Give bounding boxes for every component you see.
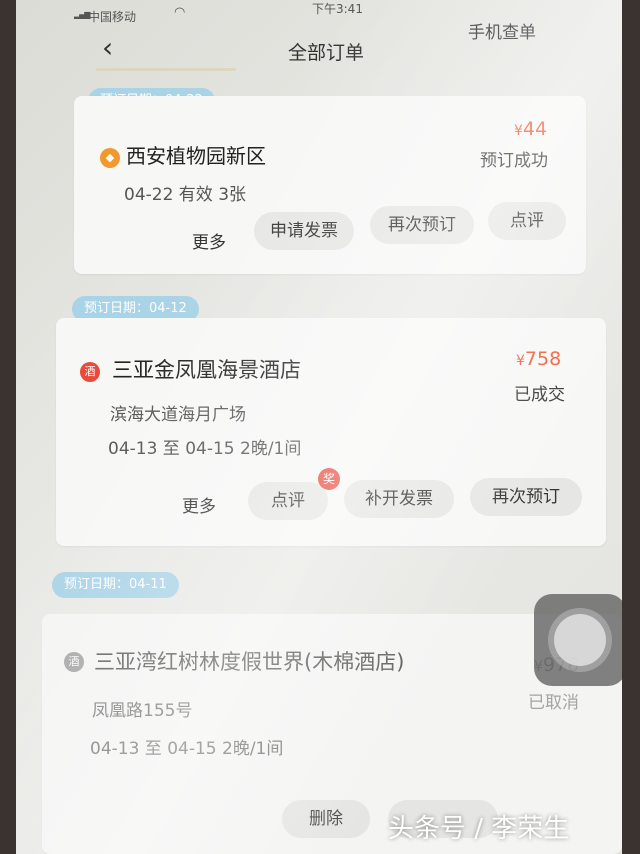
currency-symbol: ¥ <box>514 123 523 139</box>
more-button[interactable]: 更多 <box>182 492 216 517</box>
page-title: 全部订单 <box>287 42 364 64</box>
order-price: ¥44 <box>514 118 547 140</box>
apply-invoice-button[interactable]: 申请发票 <box>254 212 354 250</box>
rebook-button[interactable]: 再次预订 <box>470 478 582 516</box>
clock: 下午3:41 <box>312 2 363 16</box>
order-name: 三亚金凤凰海景酒店 <box>112 358 301 382</box>
price-value: 44 <box>522 118 548 140</box>
review-button[interactable]: 点评 <box>248 482 328 520</box>
wifi-icon: ◠ <box>174 5 186 20</box>
phone-lookup-link[interactable]: 手机查单 <box>468 18 536 43</box>
award-badge: 奖 <box>318 468 340 490</box>
tab-indicator <box>96 68 236 71</box>
ticket-icon: ◆ <box>100 148 120 168</box>
order-stay-dates: 04-13 至 04-15 2晚/1间 <box>108 439 302 459</box>
assistive-touch-button[interactable] <box>534 594 622 686</box>
price-value: 758 <box>524 348 562 370</box>
reissue-invoice-button[interactable]: 补开发票 <box>344 480 454 518</box>
order-status: 已成交 <box>514 385 565 405</box>
delete-button[interactable]: 删除 <box>282 800 370 838</box>
order-name: 西安植物园新区 <box>126 144 266 168</box>
order-address: 凤凰路155号 <box>92 701 193 721</box>
phone-screen: ▂▄▆ 中国移动 ◠ 下午3:41 ‹ 全部订单 手机查单 预订日期：04-22… <box>16 0 622 854</box>
order-card[interactable]: 酒 三亚金凤凰海景酒店 滨海大道海月广场 04-13 至 04-15 2晚/1间… <box>56 318 606 546</box>
back-chevron-icon[interactable]: ‹ <box>102 34 124 62</box>
currency-symbol: ¥ <box>516 353 525 369</box>
order-card[interactable]: ◆ 西安植物园新区 04-22 有效 3张 ¥44 预订成功 更多 申请发票 再… <box>74 96 586 274</box>
assistive-touch-icon <box>554 614 606 666</box>
nav-bar: ‹ 全部订单 手机查单 <box>16 20 622 68</box>
order-stay-dates: 04-13 至 04-15 2晚/1间 <box>90 739 284 759</box>
more-button[interactable]: 更多 <box>192 228 226 253</box>
order-status: 预订成功 <box>480 151 548 171</box>
hotel-icon: 酒 <box>64 652 84 672</box>
watermark: 头条号 / 李荣生 <box>388 814 570 844</box>
order-name: 三亚湾红树林度假世界(木棉酒店) <box>94 650 405 674</box>
order-price: ¥758 <box>516 348 561 370</box>
review-button[interactable]: 点评 <box>488 202 566 240</box>
rebook-button[interactable]: 再次预订 <box>370 206 474 244</box>
hotel-icon: 酒 <box>80 362 100 382</box>
order-detail: 04-22 有效 3张 <box>124 185 247 205</box>
order-date-pill: 预订日期：04-11 <box>52 572 179 598</box>
order-status: 已取消 <box>528 693 579 713</box>
order-address: 滨海大道海月广场 <box>110 405 246 425</box>
